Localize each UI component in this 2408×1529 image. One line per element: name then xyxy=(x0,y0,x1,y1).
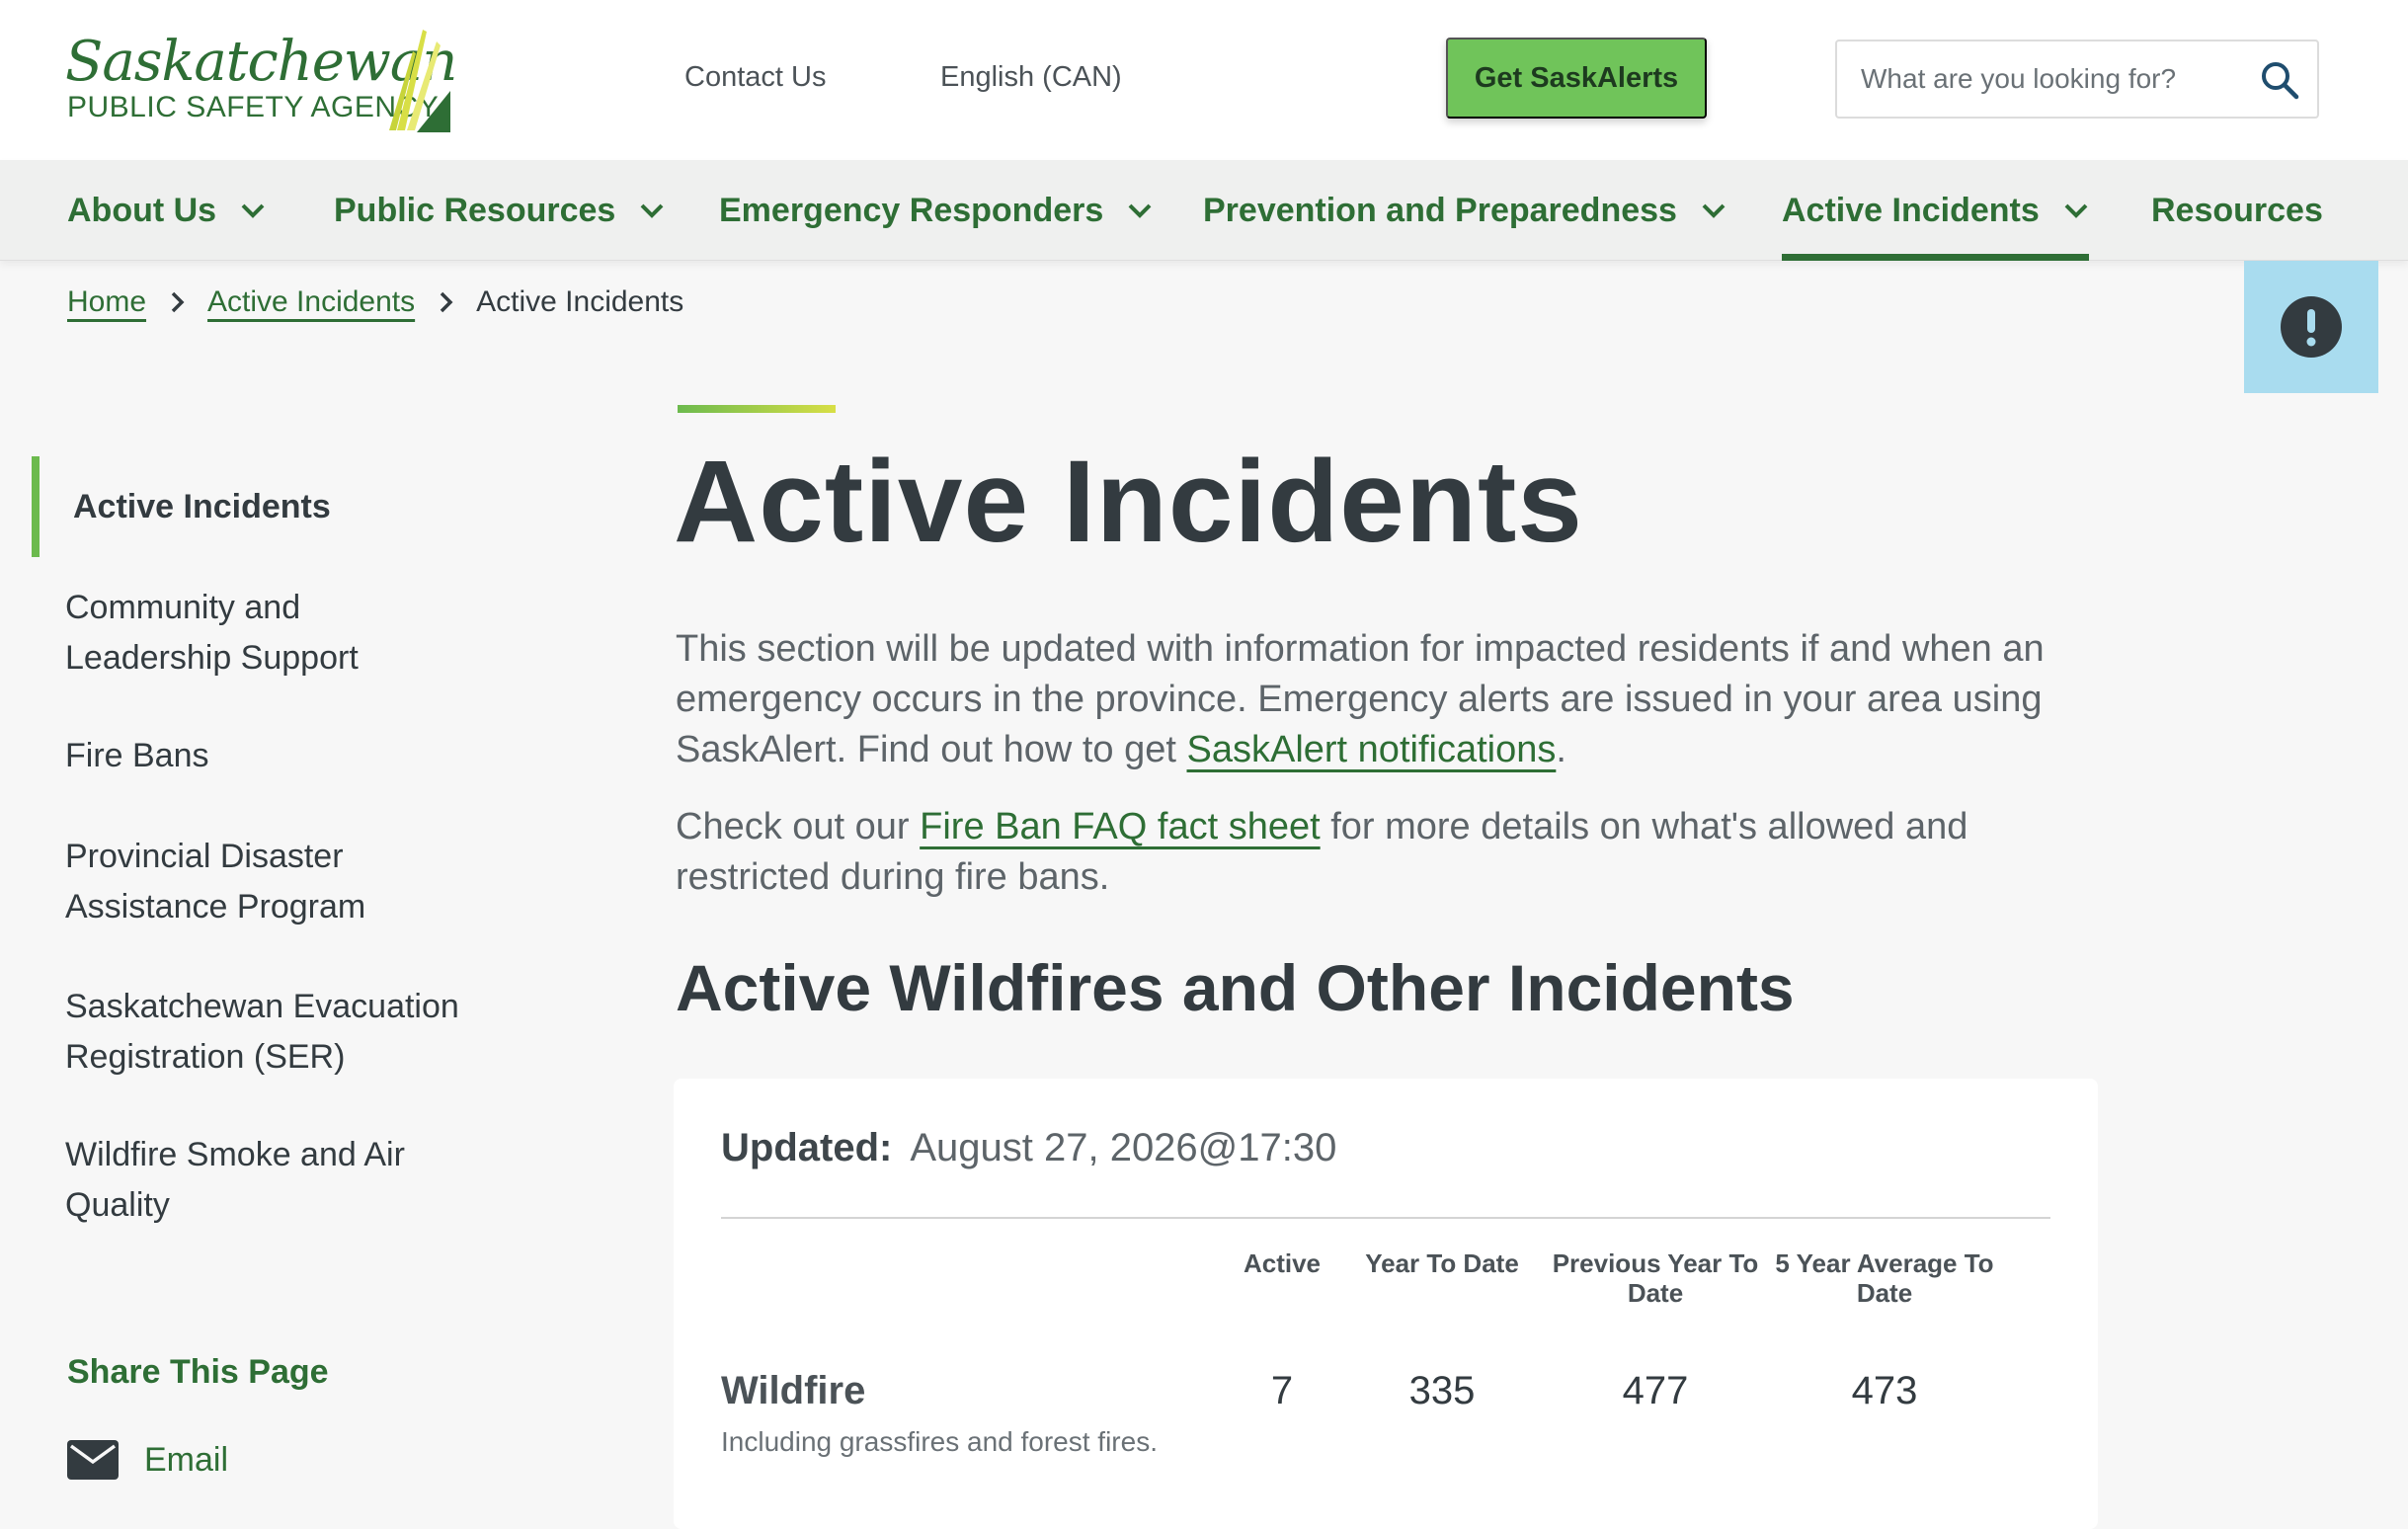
nav-label: About Us xyxy=(67,191,217,229)
nav-label: Emergency Responders xyxy=(719,191,1104,229)
nav-about-us[interactable]: About Us xyxy=(67,160,266,261)
search-input[interactable] xyxy=(1837,41,2252,117)
breadcrumb-current: Active Incidents xyxy=(476,285,684,318)
value-previous-year-to-date: 477 xyxy=(1622,1369,1689,1412)
breadcrumb: Home Active Incidents Active Incidents xyxy=(67,282,683,322)
sidebar-item-evacuation-registration[interactable]: Saskatchewan Evacuation Registration (SE… xyxy=(65,982,480,1083)
sidebar-item-active-incidents[interactable]: Active Incidents xyxy=(73,482,488,532)
get-saskalerts-button[interactable]: Get SaskAlerts xyxy=(1446,38,1707,119)
share-page-heading: Share This Page xyxy=(67,1353,329,1391)
chevron-down-icon xyxy=(2064,203,2088,218)
main-navigation: About Us Public Resources Emergency Resp… xyxy=(0,160,2408,261)
intro-paragraph: This section will be updated with inform… xyxy=(676,624,2118,775)
sidebar-item-wildfire-smoke-air-quality[interactable]: Wildfire Smoke and Air Quality xyxy=(65,1130,441,1231)
language-toggle-link[interactable]: English (CAN) xyxy=(940,61,1122,94)
fire-ban-faq-link[interactable]: Fire Ban FAQ fact sheet xyxy=(920,806,1321,847)
column-header-previous-year-to-date: Previous Year To Date xyxy=(1552,1248,1759,1308)
nav-label: Active Incidents xyxy=(1782,191,2040,229)
agency-logo[interactable]: Saskatchewan PUBLIC SAFETY AGENCY xyxy=(65,22,457,138)
sidebar-item-fire-bans[interactable]: Fire Bans xyxy=(65,731,480,781)
contact-us-link[interactable]: Contact Us xyxy=(684,61,826,94)
updated-value: August 27, 2026@17:30 xyxy=(910,1126,1337,1169)
chevron-down-icon xyxy=(241,203,265,218)
incidents-summary-card: Updated: August 27, 2026@17:30 Active Ye… xyxy=(674,1079,2098,1529)
nav-public-resources[interactable]: Public Resources xyxy=(334,160,665,261)
incident-description: Including grassfires and forest fires. xyxy=(721,1426,1158,1457)
column-header-year-to-date: Year To Date xyxy=(1365,1248,1519,1278)
section-title: Active Wildfires and Other Incidents xyxy=(676,951,1795,1024)
sidebar-item-provincial-disaster-assistance[interactable]: Provincial Disaster Assistance Program xyxy=(65,832,381,932)
value-5-year-average: 473 xyxy=(1851,1369,1918,1412)
search-icon[interactable] xyxy=(2260,60,2299,100)
updated-label: Updated: xyxy=(721,1126,893,1169)
nav-label: Resources xyxy=(2151,191,2323,229)
chevron-right-icon xyxy=(171,291,185,313)
title-accent-bar xyxy=(678,405,836,413)
exclamation-circle-icon xyxy=(2281,296,2342,358)
envelope-icon xyxy=(67,1440,119,1480)
intro-text-end: . xyxy=(1556,729,1566,770)
column-header-active: Active xyxy=(1243,1248,1322,1278)
sidebar-active-indicator xyxy=(32,456,40,557)
saskalert-notifications-link[interactable]: SaskAlert notifications xyxy=(1187,729,1557,770)
nav-resources[interactable]: Resources xyxy=(2151,160,2323,261)
nav-label: Prevention and Preparedness xyxy=(1203,191,1677,229)
share-email-link[interactable]: Email xyxy=(67,1440,228,1480)
updated-timestamp: Updated: August 27, 2026@17:30 xyxy=(721,1126,1336,1170)
search-box xyxy=(1835,40,2319,119)
value-active: 7 xyxy=(1270,1369,1294,1412)
fire-ban-paragraph: Check out our Fire Ban FAQ fact sheet fo… xyxy=(676,802,2058,903)
value-year-to-date: 335 xyxy=(1408,1369,1476,1412)
alert-tab[interactable] xyxy=(2244,261,2378,393)
divider xyxy=(721,1217,2050,1219)
incident-type: Wildfire xyxy=(721,1369,866,1412)
column-header-5-year-average: 5 Year Average To Date xyxy=(1775,1248,1994,1308)
chevron-down-icon xyxy=(1702,203,1726,218)
site-header: Saskatchewan PUBLIC SAFETY AGENCY Contac… xyxy=(0,0,2408,160)
nav-active-incidents[interactable]: Active Incidents xyxy=(1782,160,2089,261)
chevron-down-icon xyxy=(640,203,664,218)
breadcrumb-parent-link[interactable]: Active Incidents xyxy=(207,285,415,319)
chevron-down-icon xyxy=(1128,203,1152,218)
nav-label: Public Resources xyxy=(334,191,616,229)
fire-ban-text: Check out our xyxy=(676,806,921,847)
nav-emergency-responders[interactable]: Emergency Responders xyxy=(719,160,1153,261)
chevron-right-icon xyxy=(440,291,453,313)
breadcrumb-home-link[interactable]: Home xyxy=(67,285,146,319)
page-title: Active Incidents xyxy=(674,437,1583,567)
nav-prevention-and-preparedness[interactable]: Prevention and Preparedness xyxy=(1203,160,1726,261)
sidebar-item-community-leadership-support[interactable]: Community and Leadership Support xyxy=(65,583,401,684)
wheat-sheaf-icon xyxy=(389,30,450,132)
share-email-label: Email xyxy=(144,1440,229,1479)
